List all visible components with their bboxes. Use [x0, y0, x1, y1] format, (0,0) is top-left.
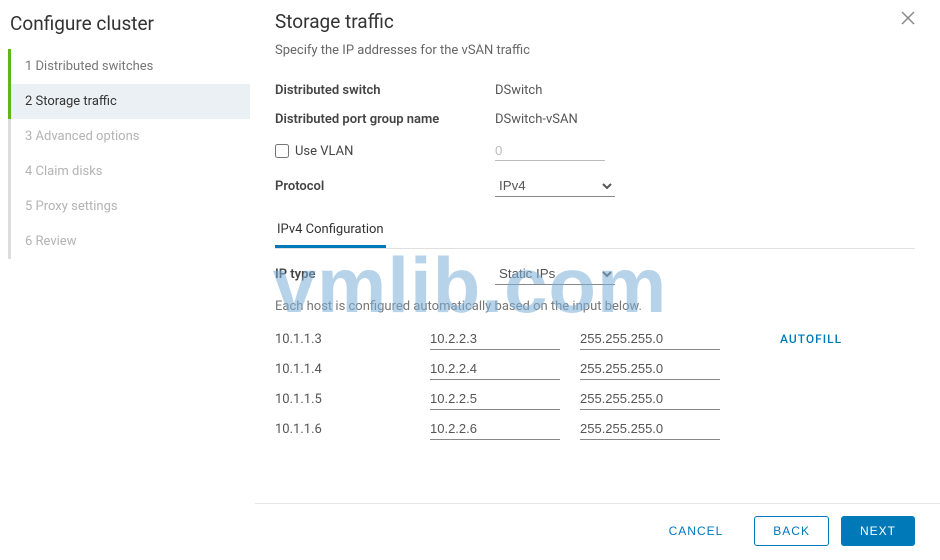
page-title: Storage traffic — [275, 10, 915, 33]
step-claim-disks: 4 Claim disks — [11, 154, 250, 189]
wizard-main: Storage traffic Specify the IP addresses… — [255, 0, 940, 560]
wizard-footer: CANCEL BACK NEXT — [255, 503, 940, 560]
step-storage-traffic: 2 Storage traffic — [11, 84, 250, 119]
host-addr: 10.1.1.3 — [275, 332, 430, 347]
config-note: Each host is configured automatically ba… — [275, 291, 915, 324]
host-row: 10.1.1.3 AUTOFILL — [275, 324, 915, 354]
dswitch-label: Distributed switch — [275, 83, 495, 98]
next-button[interactable]: NEXT — [841, 516, 915, 546]
wizard-sidebar: Configure cluster 1 Distributed switches… — [0, 0, 255, 560]
host-row: 10.1.1.4 — [275, 354, 915, 384]
use-vlan-checkbox[interactable] — [275, 144, 289, 158]
host-addr: 10.1.1.4 — [275, 362, 430, 377]
host-row: 10.1.1.5 — [275, 384, 915, 414]
page-subtitle: Specify the IP addresses for the vSAN tr… — [275, 43, 915, 58]
host-mask-input[interactable] — [580, 418, 720, 440]
step-distributed-switches[interactable]: 1 Distributed switches — [11, 49, 250, 84]
host-ip-input[interactable] — [430, 358, 560, 380]
close-icon[interactable] — [900, 10, 920, 30]
tab-ipv4-config[interactable]: IPv4 Configuration — [275, 214, 386, 248]
dswitch-value: DSwitch — [495, 83, 915, 98]
step-advanced-options: 3 Advanced options — [11, 119, 250, 154]
protocol-select[interactable]: IPv4IPv6 — [495, 175, 615, 197]
host-table: 10.1.1.3 AUTOFILL 10.1.1.4 10.1.1.5 10.1.1.6 — [275, 324, 915, 444]
iptype-select[interactable]: Static IPsDHCP — [495, 263, 615, 285]
host-ip-input[interactable] — [430, 418, 560, 440]
protocol-label: Protocol — [275, 179, 495, 194]
host-addr: 10.1.1.5 — [275, 392, 430, 407]
vlan-input[interactable] — [495, 141, 605, 161]
host-addr: 10.1.1.6 — [275, 422, 430, 437]
wizard-title: Configure cluster — [8, 10, 250, 49]
autofill-button[interactable]: AUTOFILL — [750, 332, 842, 346]
cancel-button[interactable]: CANCEL — [650, 516, 743, 546]
portgroup-label: Distributed port group name — [275, 112, 495, 127]
iptype-label: IP type — [275, 267, 495, 282]
step-proxy-settings: 5 Proxy settings — [11, 189, 250, 224]
host-mask-input[interactable] — [580, 328, 720, 350]
wizard-steps: 1 Distributed switches2 Storage traffic3… — [8, 49, 250, 259]
host-mask-input[interactable] — [580, 388, 720, 410]
back-button[interactable]: BACK — [754, 516, 829, 546]
host-ip-input[interactable] — [430, 388, 560, 410]
host-mask-input[interactable] — [580, 358, 720, 380]
use-vlan-label: Use VLAN — [295, 144, 353, 159]
host-ip-input[interactable] — [430, 328, 560, 350]
host-row: 10.1.1.6 — [275, 414, 915, 444]
portgroup-value: DSwitch-vSAN — [495, 112, 915, 127]
step-review: 6 Review — [11, 224, 250, 259]
